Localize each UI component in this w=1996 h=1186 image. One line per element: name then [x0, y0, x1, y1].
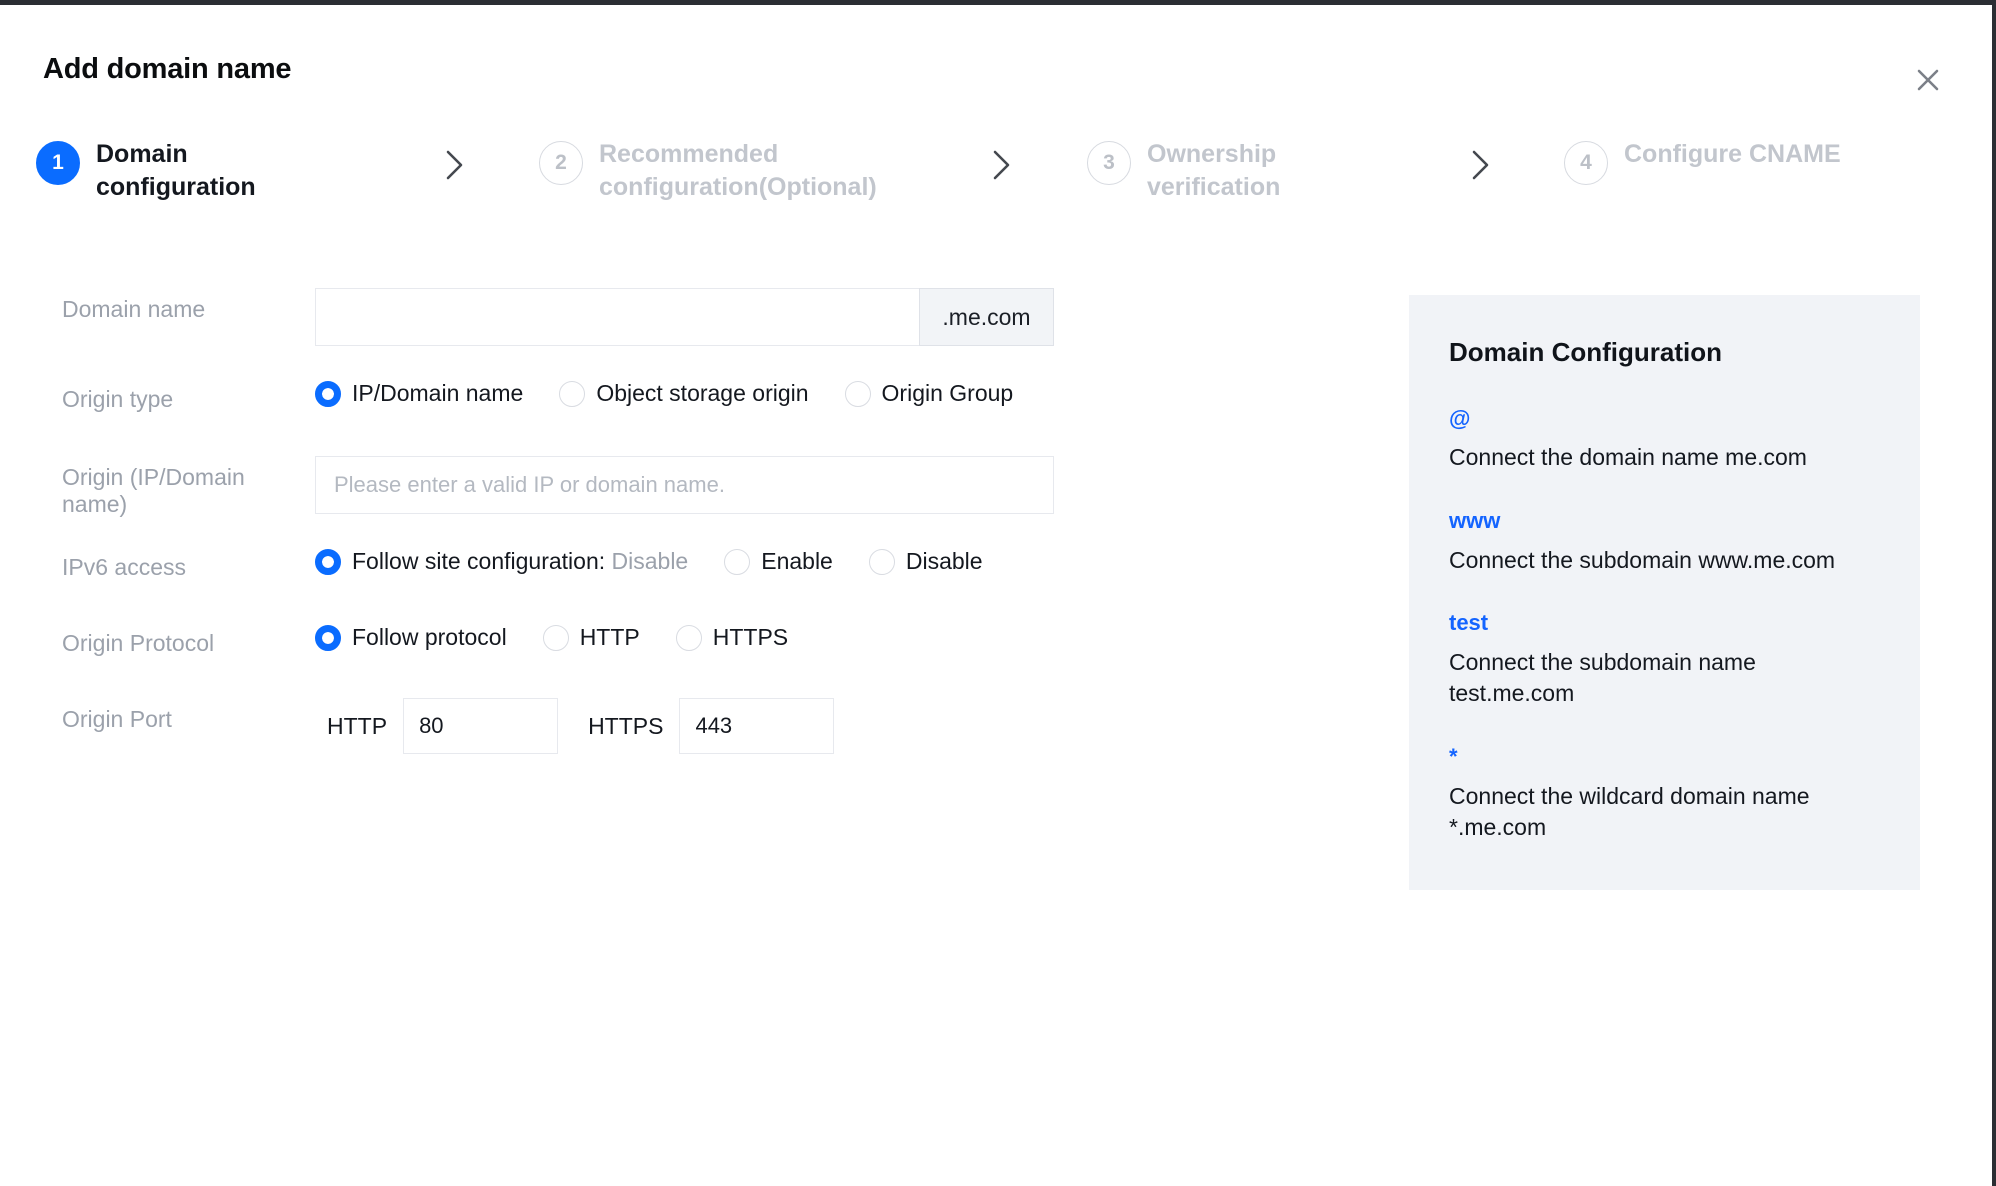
- radio-selected-icon: [315, 624, 341, 651]
- origin-type-option-object-storage[interactable]: Object storage origin: [559, 380, 809, 407]
- help-panel-item-key: @: [1449, 406, 1471, 431]
- origin-address-input[interactable]: [315, 456, 1054, 514]
- stepper-step-1[interactable]: 1 Domain configuration: [36, 138, 366, 204]
- radio-label: Follow site configuration: Disable: [352, 548, 688, 575]
- step-number-badge: 4: [1564, 141, 1608, 185]
- help-panel-item-www: www Connect the subdomain www.me.com: [1449, 508, 1880, 576]
- stepper: 1 Domain configuration 2 Recommended con…: [36, 138, 1936, 248]
- close-icon[interactable]: [1908, 60, 1948, 100]
- origin-protocol-label: Origin Protocol: [62, 630, 215, 656]
- form-row-origin-port: Origin Port HTTP HTTPS: [0, 698, 1300, 778]
- ipv6-option-disable[interactable]: Disable: [868, 548, 983, 575]
- help-panel-item-key: *: [1449, 744, 1458, 770]
- ipv6-access-radio-group: Follow site configuration: Disable Enabl…: [315, 546, 1300, 575]
- form-row-ipv6-access: IPv6 access Follow site configuration: D…: [0, 546, 1300, 622]
- ipv6-option-follow-site-configuration[interactable]: Follow site configuration: Disable: [315, 548, 688, 575]
- radio-label: Object storage origin: [596, 380, 809, 406]
- help-panel-item-desc: Connect the subdomain name test.me.com: [1449, 648, 1756, 707]
- origin-address-label: Origin (IP/Domain name): [62, 464, 245, 517]
- stepper-step-2[interactable]: 2 Recommended configuration(Optional): [539, 138, 959, 204]
- radio-unselected-icon: [542, 624, 569, 651]
- form-row-origin-address: Origin (IP/Domain name): [0, 456, 1300, 546]
- step-label: Configure CNAME: [1624, 140, 1841, 168]
- dialog-title: Add domain name: [43, 53, 292, 85]
- step-label: Ownership verification: [1147, 140, 1281, 201]
- window-chrome-right-border: [1992, 0, 1996, 1186]
- domain-name-label: Domain name: [62, 296, 206, 322]
- origin-type-option-ip-domain[interactable]: IP/Domain name: [315, 380, 523, 407]
- domain-name-input-group: .me.com: [315, 288, 1054, 346]
- help-panel-item-key: test: [1449, 610, 1489, 636]
- help-panel-item-wildcard: * Connect the wildcard domain name *.me.…: [1449, 744, 1880, 844]
- origin-type-label: Origin type: [62, 386, 174, 412]
- radio-selected-icon: [315, 548, 341, 575]
- origin-port-http-label: HTTP: [327, 712, 388, 739]
- step-label: Recommended configuration(Optional): [599, 140, 877, 201]
- chevron-right-icon-3: [1468, 148, 1494, 182]
- stepper-step-4[interactable]: 4 Configure CNAME: [1564, 138, 1964, 185]
- origin-type-option-origin-group[interactable]: Origin Group: [844, 380, 1014, 407]
- help-panel-item-desc: Connect the wildcard domain name *.me.co…: [1449, 782, 1810, 841]
- radio-label-text: Follow site configuration:: [352, 548, 606, 574]
- origin-port-https-label: HTTPS: [588, 712, 664, 739]
- radio-label: HTTPS: [712, 624, 789, 650]
- radio-unselected-icon: [724, 548, 751, 575]
- domain-name-suffix: .me.com: [919, 288, 1054, 346]
- radio-unselected-icon: [844, 380, 871, 407]
- radio-selected-icon: [315, 380, 341, 407]
- origin-type-radio-group: IP/Domain name Object storage origin Ori…: [315, 378, 1300, 407]
- form-row-origin-protocol: Origin Protocol Follow protocol HTTP HTT…: [0, 622, 1300, 698]
- radio-label: IP/Domain name: [352, 380, 524, 406]
- chevron-right-icon-1: [442, 148, 468, 182]
- origin-protocol-option-follow[interactable]: Follow protocol: [315, 624, 507, 651]
- radio-unselected-icon: [675, 624, 702, 651]
- help-panel-item-root: @ Connect the domain name me.com: [1449, 406, 1880, 474]
- dialog-header: Add domain name: [0, 5, 1992, 115]
- help-panel-item-desc: Connect the domain name me.com: [1449, 444, 1807, 471]
- help-panel-title: Domain Configuration: [1449, 337, 1722, 367]
- radio-label: HTTP: [579, 624, 640, 650]
- origin-port-https-input[interactable]: [679, 698, 835, 754]
- help-panel-item-key: www: [1449, 508, 1501, 534]
- form-row-origin-type: Origin type IP/Domain name Object storag…: [0, 378, 1300, 456]
- chevron-right-icon-2: [989, 148, 1015, 182]
- radio-unselected-icon: [559, 380, 586, 407]
- form-row-domain-name: Domain name .me.com: [0, 288, 1300, 378]
- step-number-badge: 2: [539, 141, 583, 185]
- origin-port-label: Origin Port: [62, 706, 172, 732]
- add-domain-dialog: Add domain name 1 Domain configuration 2…: [0, 5, 1992, 1186]
- ipv6-access-label: IPv6 access: [62, 554, 186, 580]
- help-panel-item-desc: Connect the subdomain www.me.com: [1449, 546, 1836, 573]
- radio-label: Disable: [905, 548, 983, 574]
- origin-port-http-input[interactable]: [403, 698, 559, 754]
- step-label: Domain configuration: [96, 140, 256, 201]
- radio-label: Follow protocol: [352, 624, 507, 650]
- origin-protocol-radio-group: Follow protocol HTTP HTTPS: [315, 622, 1300, 651]
- ipv6-option-enable[interactable]: Enable: [724, 548, 833, 575]
- stepper-step-3[interactable]: 3 Ownership verification: [1087, 138, 1437, 204]
- step-number-badge: 3: [1087, 141, 1131, 185]
- radio-label: Enable: [761, 548, 833, 574]
- origin-protocol-option-https[interactable]: HTTPS: [675, 624, 789, 651]
- origin-protocol-option-http[interactable]: HTTP: [542, 624, 640, 651]
- radio-unselected-icon: [868, 548, 895, 575]
- radio-label: Origin Group: [881, 380, 1014, 406]
- step-number-badge: 1: [36, 141, 80, 185]
- radio-label-value: Disable: [611, 548, 689, 574]
- domain-configuration-help-panel: Domain Configuration @ Connect the domai…: [1409, 295, 1920, 890]
- domain-configuration-form: Domain name .me.com Origin type IP/Domai…: [0, 288, 1300, 778]
- origin-port-group: HTTP HTTPS: [315, 698, 1300, 754]
- domain-name-input[interactable]: [315, 288, 919, 346]
- help-panel-item-test: test Connect the subdomain name test.me.…: [1449, 610, 1880, 710]
